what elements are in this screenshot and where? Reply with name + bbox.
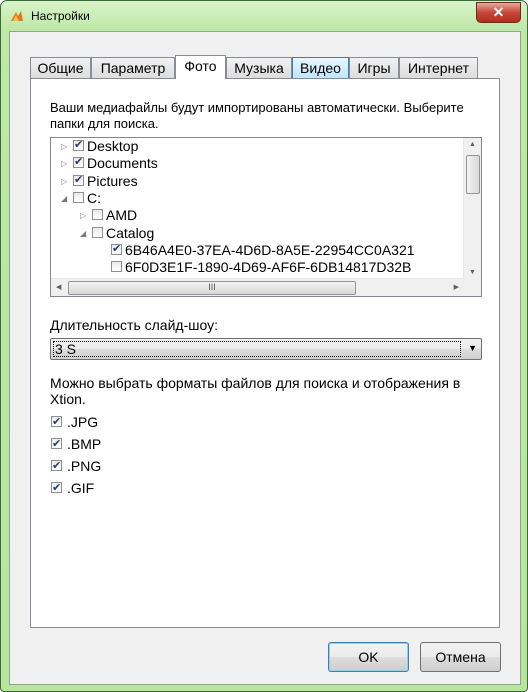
tree-checkbox[interactable] xyxy=(73,154,84,171)
tree-item-label: Desktop xyxy=(87,138,139,154)
format-checkbox[interactable] xyxy=(51,413,62,431)
tree-checkbox[interactable] xyxy=(73,138,84,154)
tree-item-label: 6B46A4E0-37EA-4D6D-8A5E-22954CC0A321 xyxy=(125,242,415,258)
slideshow-duration-value: 3 S xyxy=(53,341,461,357)
close-button[interactable]: ✕ xyxy=(476,2,521,23)
format-label: .BMP xyxy=(67,436,102,452)
expand-icon[interactable]: ▷ xyxy=(80,207,89,224)
scroll-left-icon[interactable]: ◀ xyxy=(56,283,61,291)
dialog-client: Общие Параметр Фото Музыка Видео Игры Ин… xyxy=(9,31,521,685)
horizontal-scrollbar[interactable]: ◀ III ▶ xyxy=(51,278,464,296)
intro-text: Ваши медиафайлы будут импортированы авто… xyxy=(50,100,464,131)
tree-item-label: C: xyxy=(87,190,101,206)
format-label: .GIF xyxy=(67,480,95,496)
chevron-down-icon: ▼ xyxy=(468,343,477,353)
window-title: Настройки xyxy=(31,9,90,23)
tab-video[interactable]: Видео xyxy=(292,57,349,78)
vertical-scroll-thumb[interactable] xyxy=(466,155,480,194)
tree-item-label: 6F0D3E1F-1890-4D69-AF6F-6DB14817D32B xyxy=(125,259,412,275)
formats-label: Можно выбрать форматы файлов для поиска … xyxy=(50,375,461,407)
collapse-icon[interactable]: ◢ xyxy=(80,225,89,242)
format-label: .JPG xyxy=(67,414,99,430)
photo-tab-panel: Ваши медиафайлы будут импортированы авто… xyxy=(30,78,500,628)
folder-tree[interactable]: ▷ Desktop ▷ Documents ▷ Pictures ◢ xyxy=(50,137,482,297)
tree-checkbox[interactable] xyxy=(73,172,84,189)
tab-general[interactable]: Общие xyxy=(30,57,91,78)
close-icon: ✕ xyxy=(492,4,505,20)
expand-icon[interactable]: ▷ xyxy=(61,173,70,190)
format-checkbox[interactable] xyxy=(51,435,62,453)
tab-parameters[interactable]: Параметр xyxy=(91,57,175,78)
tab-internet[interactable]: Интернет xyxy=(399,57,478,78)
scroll-corner xyxy=(464,279,481,296)
format-checkbox[interactable] xyxy=(51,479,62,497)
tree-item-label: Pictures xyxy=(87,173,138,189)
tree-checkbox[interactable] xyxy=(111,241,122,258)
tab-photo[interactable]: Фото xyxy=(175,55,226,79)
tree-item-label: AMD xyxy=(106,207,138,223)
tree-item-label: Documents xyxy=(87,155,158,171)
tree-item-label: Catalog xyxy=(106,225,155,241)
grip-icon: III xyxy=(208,282,216,292)
format-label: .PNG xyxy=(67,458,102,474)
scroll-down-icon[interactable]: ▼ xyxy=(469,269,476,276)
app-logo-icon xyxy=(11,11,23,21)
title-bar[interactable]: Настройки ✕ xyxy=(1,1,527,31)
tree-checkbox[interactable] xyxy=(92,209,103,220)
format-checkbox[interactable] xyxy=(51,457,62,475)
ok-button[interactable]: OK xyxy=(328,642,409,672)
settings-window: Настройки ✕ Общие Параметр Фото Музыка В… xyxy=(0,0,528,692)
tree-checkbox[interactable] xyxy=(111,261,122,272)
tree-checkbox[interactable] xyxy=(92,227,103,238)
vertical-scrollbar[interactable]: ▲ ▼ xyxy=(463,138,481,279)
tab-music[interactable]: Музыка xyxy=(226,57,292,78)
tree-checkbox[interactable] xyxy=(73,192,84,203)
slideshow-label: Длительность слайд-шоу: xyxy=(50,317,218,333)
expand-icon[interactable]: ▷ xyxy=(61,155,70,172)
scroll-right-icon[interactable]: ▶ xyxy=(454,283,459,291)
tab-games[interactable]: Игры xyxy=(349,57,399,78)
cancel-button[interactable]: Отмена xyxy=(420,642,501,672)
expand-icon[interactable]: ▷ xyxy=(61,138,70,155)
collapse-icon[interactable]: ◢ xyxy=(61,190,70,207)
scroll-up-icon[interactable]: ▲ xyxy=(469,141,476,148)
slideshow-duration-select[interactable]: 3 S ▼ xyxy=(50,338,482,360)
horizontal-scroll-thumb[interactable]: III xyxy=(68,281,356,295)
